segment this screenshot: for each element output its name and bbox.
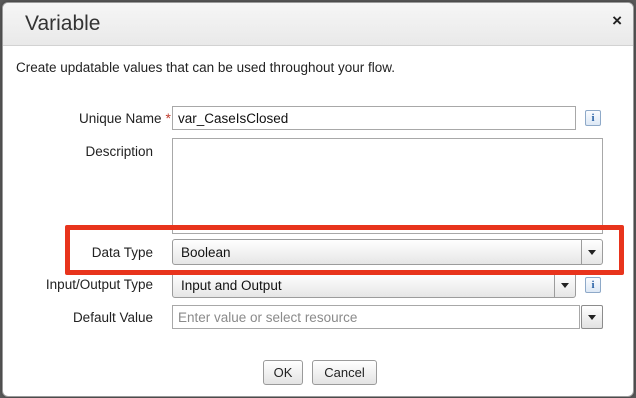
variable-dialog: Variable × Create updatable values that … <box>2 2 634 397</box>
dialog-title: Variable <box>25 12 101 35</box>
default-value-input[interactable] <box>172 305 580 329</box>
cancel-button[interactable]: Cancel <box>312 360 377 385</box>
resource-picker-button[interactable] <box>581 305 603 329</box>
default-value-label: Default Value <box>72 310 153 325</box>
unique-name-input[interactable] <box>172 106 576 130</box>
data-type-label: Data Type <box>91 245 153 260</box>
data-type-value: Boolean <box>181 245 231 260</box>
dialog-description: Create updatable values that can be used… <box>16 60 396 75</box>
chevron-down-icon <box>588 314 596 320</box>
io-type-value: Input and Output <box>181 278 282 293</box>
close-icon[interactable]: × <box>612 11 622 31</box>
unique-name-info-icon[interactable]: i <box>585 110 601 126</box>
required-marker: * <box>165 110 171 126</box>
dialog-header: Variable × <box>3 3 633 46</box>
description-textarea[interactable] <box>172 138 603 234</box>
io-type-info-icon[interactable]: i <box>585 277 601 293</box>
description-label: Description <box>85 144 153 159</box>
chevron-down-icon[interactable] <box>581 240 602 264</box>
unique-name-label-text: Unique Name <box>79 111 162 126</box>
io-type-select[interactable]: Input and Output <box>172 272 576 298</box>
unique-name-label: Unique Name * <box>43 110 171 126</box>
data-type-select[interactable]: Boolean <box>172 239 603 265</box>
chevron-down-icon[interactable] <box>554 273 575 297</box>
ok-button[interactable]: OK <box>263 360 303 385</box>
io-type-label: Input/Output Type <box>45 277 153 292</box>
